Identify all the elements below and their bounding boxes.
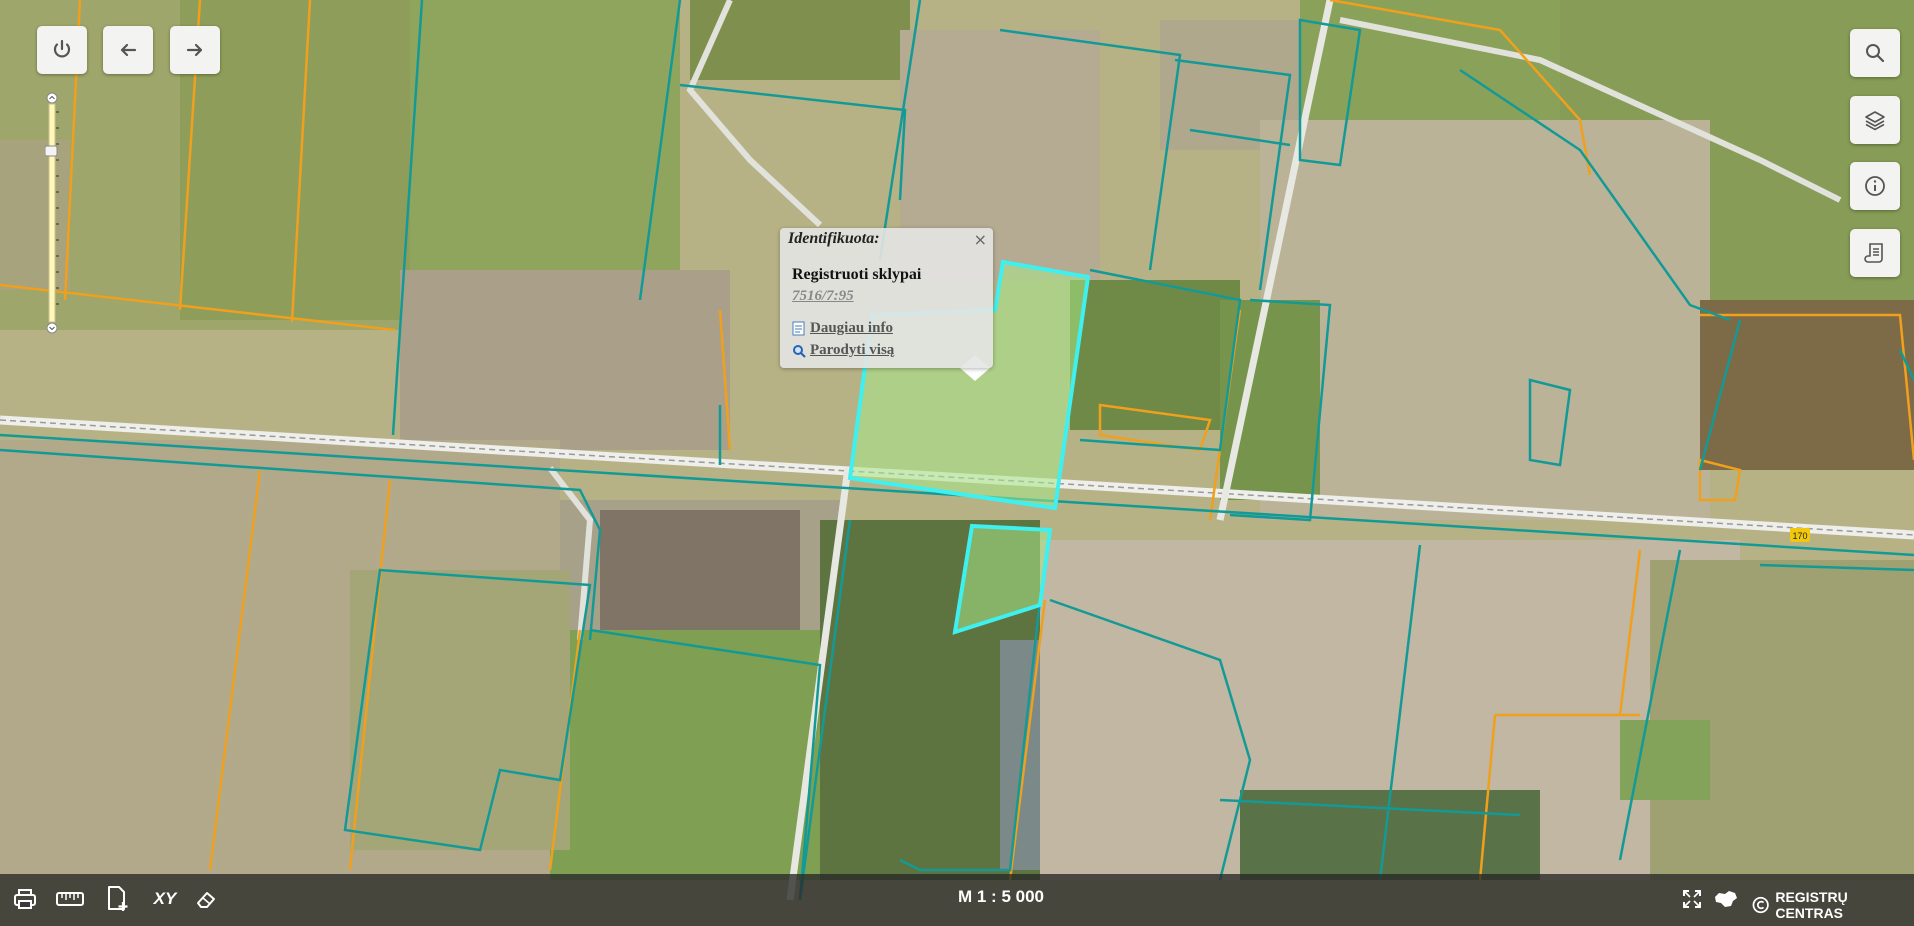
map-canvas[interactable]: 170 bbox=[0, 0, 1914, 926]
arrow-left-icon bbox=[120, 43, 137, 57]
arrow-right-icon bbox=[186, 43, 203, 57]
zoom-handle bbox=[45, 145, 58, 157]
map-app: 170 Identifikuota: × Registruoti sklypai… bbox=[0, 0, 1914, 926]
info-icon bbox=[1865, 176, 1885, 196]
more-info-label: Daugiau info bbox=[810, 320, 893, 336]
brand-label: REGISTRŲ CENTRAS bbox=[1775, 889, 1848, 921]
lithuania-map-icon bbox=[1715, 891, 1737, 907]
parcel-id-link[interactable]: 7516/7:95 bbox=[792, 288, 854, 305]
layers-icon bbox=[1865, 111, 1885, 131]
road-number-sign: 170 bbox=[1790, 528, 1810, 542]
legend-button[interactable] bbox=[1850, 229, 1900, 277]
popup-title: Identifikuota: bbox=[788, 230, 880, 247]
add-document-icon bbox=[108, 886, 128, 911]
power-button[interactable] bbox=[37, 26, 87, 74]
more-info-link[interactable]: Daugiau info bbox=[792, 320, 893, 337]
ruler-icon bbox=[56, 892, 84, 906]
registru-centras-brand[interactable]: REGISTRŲ CENTRAS bbox=[1752, 889, 1914, 921]
svg-text:170: 170 bbox=[1792, 531, 1807, 541]
magnifier-icon bbox=[793, 344, 806, 358]
lithuania-map-button[interactable] bbox=[1712, 884, 1740, 914]
zoom-slider[interactable] bbox=[45, 92, 59, 334]
layers-button[interactable] bbox=[1850, 96, 1900, 144]
print-button[interactable] bbox=[10, 884, 40, 914]
fullscreen-icon bbox=[1683, 890, 1701, 908]
back-button[interactable] bbox=[103, 26, 153, 74]
eraser-button[interactable] bbox=[193, 884, 219, 914]
identify-popup: Identifikuota: × Registruoti sklypai 751… bbox=[780, 228, 993, 368]
show-all-link[interactable]: Parodyti visą bbox=[792, 342, 894, 359]
info-button[interactable] bbox=[1850, 162, 1900, 210]
xy-coordinates-icon: XY bbox=[153, 889, 177, 908]
document-icon bbox=[792, 321, 805, 336]
search-icon bbox=[1866, 44, 1885, 63]
print-icon bbox=[14, 889, 36, 909]
scroll-icon bbox=[1864, 243, 1883, 263]
layer-name: Registruoti sklypai bbox=[792, 266, 922, 283]
bottom-toolbar: XY M 1 : 5 000 REGISTRŲ CENTRAS bbox=[0, 874, 1914, 926]
power-icon bbox=[53, 39, 71, 58]
forward-button[interactable] bbox=[170, 26, 220, 74]
fullscreen-button[interactable] bbox=[1680, 884, 1704, 914]
xy-coordinates-button[interactable]: XY bbox=[148, 884, 182, 914]
add-document-button[interactable] bbox=[103, 884, 133, 914]
show-all-label: Parodyti visą bbox=[810, 342, 895, 358]
measure-button[interactable] bbox=[54, 884, 86, 914]
map-scale: M 1 : 5 000 bbox=[958, 887, 1044, 906]
copyright-logo-icon bbox=[1752, 896, 1769, 914]
eraser-icon bbox=[197, 892, 215, 908]
close-icon[interactable]: × bbox=[974, 230, 987, 249]
search-button[interactable] bbox=[1850, 29, 1900, 77]
